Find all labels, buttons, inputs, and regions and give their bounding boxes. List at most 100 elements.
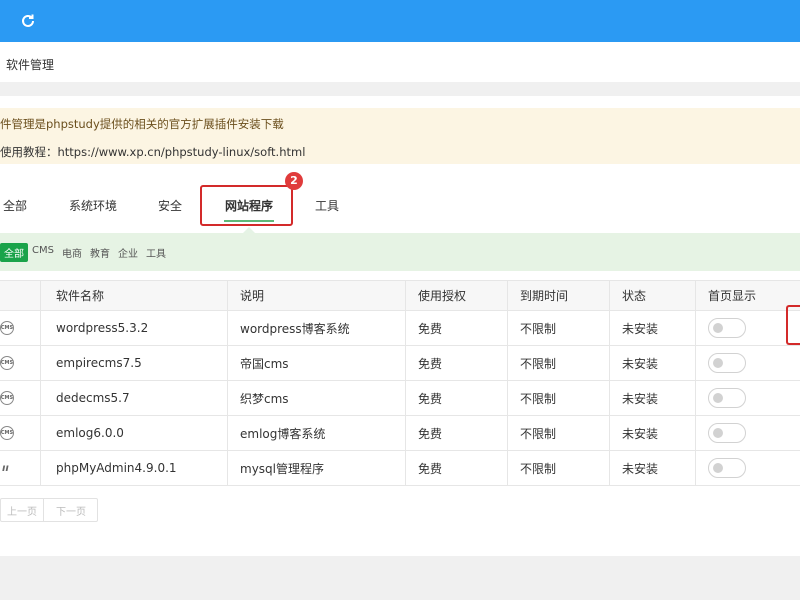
- col-divider: [507, 381, 508, 415]
- table-row: CMS dedecms5.7 织梦cms 免费 不限制 未安装: [0, 381, 800, 416]
- refresh-icon[interactable]: [20, 13, 36, 29]
- filter-bar: 全部 CMS 电商 教育 企业 工具: [0, 233, 800, 271]
- col-divider: [40, 281, 41, 310]
- col-divider: [507, 416, 508, 450]
- software-desc: 织梦cms: [240, 391, 289, 406]
- table-row: CMS emlog6.0.0 emlog博客系统 免费 不限制 未安装: [0, 416, 800, 451]
- tab-system-env[interactable]: 系统环境: [69, 197, 117, 214]
- homepage-toggle[interactable]: [708, 423, 746, 443]
- col-divider: [609, 346, 610, 380]
- software-license: 免费: [418, 461, 443, 476]
- col-header-status: 状态: [622, 289, 647, 303]
- software-desc: mysql管理程序: [240, 461, 324, 476]
- homepage-toggle[interactable]: [708, 318, 746, 338]
- homepage-toggle[interactable]: [708, 353, 746, 373]
- tab-tools[interactable]: 工具: [315, 197, 339, 214]
- software-expire: 不限制: [520, 356, 557, 371]
- page-footer-area: [0, 556, 800, 600]
- homepage-toggle[interactable]: [708, 458, 746, 478]
- col-divider: [609, 451, 610, 485]
- software-name: empirecms7.5: [56, 356, 142, 370]
- software-expire: 不限制: [520, 426, 557, 441]
- col-divider: [405, 451, 406, 485]
- pagination: 上一页 下一页: [0, 498, 98, 522]
- filter-education[interactable]: 教育: [90, 245, 110, 260]
- col-divider: [405, 311, 406, 345]
- col-header-license: 使用授权: [418, 289, 467, 303]
- software-name: emlog6.0.0: [56, 426, 124, 440]
- filter-ecommerce[interactable]: 电商: [62, 245, 82, 260]
- col-divider: [227, 346, 228, 380]
- table-row: CMS wordpress5.3.2 wordpress博客系统 免费 不限制 …: [0, 311, 800, 346]
- col-divider: [695, 416, 696, 450]
- software-license: 免费: [418, 321, 443, 336]
- col-divider: [695, 311, 696, 345]
- col-divider: [695, 346, 696, 380]
- prev-page-button[interactable]: 上一页: [1, 499, 43, 521]
- col-divider: [609, 416, 610, 450]
- col-divider: [40, 381, 41, 415]
- tab-caret: [243, 227, 255, 233]
- col-divider: [405, 281, 406, 310]
- software-status: 未安装: [622, 321, 659, 336]
- tab-all[interactable]: 全部: [3, 197, 27, 214]
- table-row: CMS empirecms7.5 帝国cms 免费 不限制 未安装: [0, 346, 800, 381]
- next-page-button[interactable]: 下一页: [44, 499, 98, 521]
- table-row: ıı phpMyAdmin4.9.0.1 mysql管理程序 免费 不限制 未安…: [0, 451, 800, 486]
- software-status: 未安装: [622, 426, 659, 441]
- filter-all[interactable]: 全部: [0, 243, 28, 262]
- col-divider: [507, 311, 508, 345]
- col-divider: [609, 381, 610, 415]
- toggle-knob: [713, 323, 723, 333]
- homepage-toggle[interactable]: [708, 388, 746, 408]
- col-divider: [405, 381, 406, 415]
- notice-box: 件管理是phpstudy提供的相关的官方扩展插件安装下载 使用教程：https:…: [0, 108, 800, 164]
- active-tab-underline: [224, 220, 274, 222]
- category-tabs: 全部 系统环境 安全 网站程序 工具: [0, 180, 800, 232]
- phpmyadmin-icon: ıı: [2, 462, 9, 474]
- cms-icon: CMS: [0, 426, 14, 440]
- cms-icon: CMS: [0, 356, 14, 370]
- col-header-name: 软件名称: [56, 289, 105, 303]
- col-divider: [227, 311, 228, 345]
- col-divider: [507, 451, 508, 485]
- table-header: 软件名称 说明 使用授权 到期时间 状态 首页显示: [0, 280, 800, 311]
- col-header-desc: 说明: [240, 289, 265, 303]
- col-divider: [609, 281, 610, 310]
- software-name: wordpress5.3.2: [56, 321, 149, 335]
- cms-icon: CMS: [0, 391, 14, 405]
- software-expire: 不限制: [520, 461, 557, 476]
- toggle-knob: [713, 463, 723, 473]
- software-status: 未安装: [622, 391, 659, 406]
- software-status: 未安装: [622, 461, 659, 476]
- col-divider: [405, 416, 406, 450]
- col-divider: [507, 281, 508, 310]
- software-desc: 帝国cms: [240, 356, 289, 371]
- col-divider: [227, 451, 228, 485]
- toggle-knob: [713, 428, 723, 438]
- title-bar: 软件管理: [0, 42, 800, 82]
- notice-line2[interactable]: 使用教程：https://www.xp.cn/phpstudy-linux/so…: [0, 144, 305, 160]
- software-expire: 不限制: [520, 321, 557, 336]
- step-badge: 2: [285, 172, 303, 190]
- col-divider: [227, 281, 228, 310]
- action-highlight-marker: [786, 305, 800, 345]
- software-license: 免费: [418, 391, 443, 406]
- col-divider: [40, 346, 41, 380]
- software-name: phpMyAdmin4.9.0.1: [56, 461, 177, 475]
- software-name: dedecms5.7: [56, 391, 130, 405]
- tab-security[interactable]: 安全: [158, 197, 182, 214]
- col-divider: [40, 451, 41, 485]
- filter-cms[interactable]: CMS: [32, 245, 54, 256]
- cms-icon: CMS: [0, 321, 14, 335]
- toggle-knob: [713, 358, 723, 368]
- col-header-expire: 到期时间: [520, 289, 569, 303]
- col-divider: [609, 311, 610, 345]
- filter-tools[interactable]: 工具: [146, 245, 166, 260]
- software-license: 免费: [418, 356, 443, 371]
- software-desc: wordpress博客系统: [240, 321, 350, 336]
- software-desc: emlog博客系统: [240, 426, 326, 441]
- filter-enterprise[interactable]: 企业: [118, 245, 138, 260]
- col-divider: [695, 381, 696, 415]
- col-divider: [507, 346, 508, 380]
